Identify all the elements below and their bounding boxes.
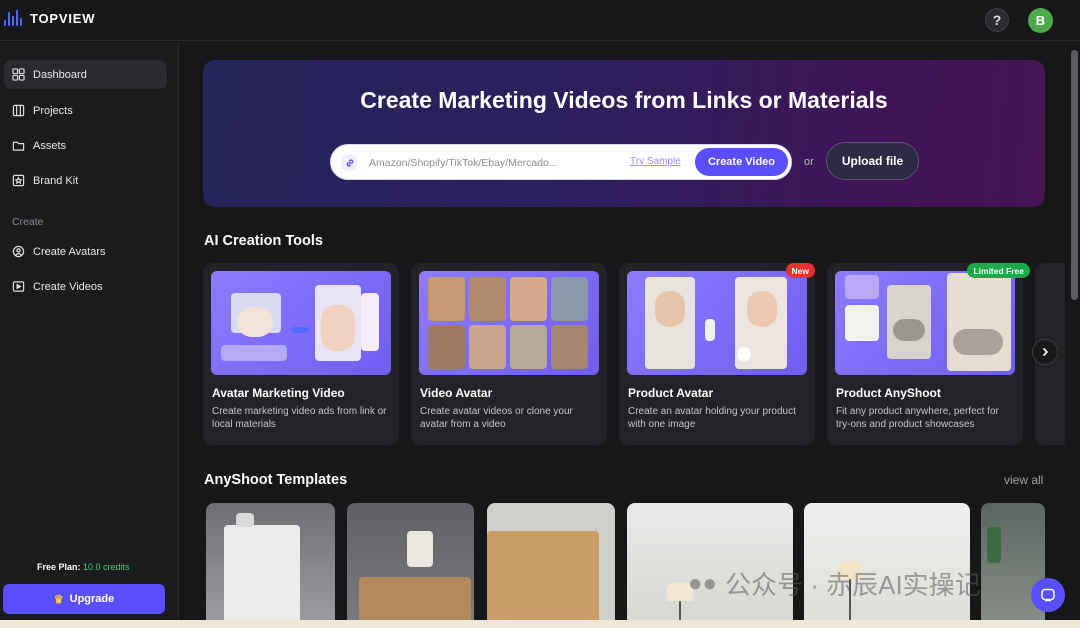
create-video-button[interactable]: Create Video xyxy=(695,148,788,176)
or-separator: or xyxy=(804,156,814,168)
link-icon xyxy=(341,154,358,171)
logo-text: TOPVIEW xyxy=(30,10,96,26)
card-title: Avatar Marketing Video xyxy=(212,386,345,400)
grid-icon xyxy=(12,68,25,81)
projects-icon xyxy=(12,104,25,117)
chat-icon xyxy=(1041,588,1055,602)
product-anyshoot-thumbnail xyxy=(835,271,1015,375)
card-description: Create avatar videos or clone your avata… xyxy=(420,406,573,430)
sidebar-item-assets[interactable]: Assets xyxy=(4,131,167,160)
plan-label: Free Plan: xyxy=(37,562,81,572)
sidebar: Dashboard Projects Assets Brand Kit Crea… xyxy=(0,42,179,628)
hero-title: Create Marketing Videos from Links or Ma… xyxy=(360,87,888,113)
avatar-icon xyxy=(12,245,25,258)
card-title: Product Avatar xyxy=(628,386,714,400)
top-bar: TOPVIEW ? B xyxy=(0,0,1080,41)
sidebar-item-projects[interactable]: Projects xyxy=(4,96,167,125)
folder-icon xyxy=(12,141,25,151)
link-input[interactable] xyxy=(369,154,584,171)
help-button[interactable]: ? xyxy=(985,8,1009,32)
bottom-strip xyxy=(0,620,1080,628)
upgrade-button[interactable]: ♛ Upgrade xyxy=(3,584,165,614)
create-section-label: Create xyxy=(12,216,44,228)
new-badge: New xyxy=(785,263,815,278)
avatar-marketing-thumbnail xyxy=(211,271,391,375)
limited-free-badge: Limited Free xyxy=(967,263,1030,278)
scrollbar[interactable] xyxy=(1071,50,1078,300)
sidebar-item-label: Assets xyxy=(33,139,67,152)
tool-card-product-avatar[interactable]: Product Avatar Create an avatar holding … xyxy=(619,263,815,445)
sidebar-item-label: Create Avatars xyxy=(33,245,106,258)
video-avatar-thumbnail xyxy=(419,271,599,375)
next-arrow-button[interactable] xyxy=(1032,339,1058,365)
chevron-right-icon xyxy=(1042,347,1049,357)
sidebar-item-label: Brand Kit xyxy=(33,174,79,187)
card-description: Fit any product anywhere, perfect for tr… xyxy=(836,406,999,430)
template-thumbnail[interactable] xyxy=(347,503,474,628)
watermark: ●● 公众号 · 赤辰AI实操记 xyxy=(688,565,981,602)
sidebar-item-label: Dashboard xyxy=(33,68,87,81)
template-thumbnail[interactable] xyxy=(487,503,615,628)
hero-banner: Create Marketing Videos from Links or Ma… xyxy=(203,60,1045,207)
sidebar-item-dashboard[interactable]: Dashboard xyxy=(4,60,167,89)
tool-card-avatar-marketing-video[interactable]: Avatar Marketing Video Create marketing … xyxy=(203,263,399,445)
brand-kit-icon xyxy=(12,174,25,187)
link-search-box: Try Sample Create Video xyxy=(330,144,792,180)
logo-mark-icon xyxy=(4,10,22,26)
chat-button[interactable] xyxy=(1031,578,1065,612)
sidebar-item-create-videos[interactable]: Create Videos xyxy=(4,272,167,301)
try-sample-link[interactable]: Try Sample xyxy=(630,156,681,167)
user-avatar[interactable]: B xyxy=(1028,8,1053,33)
video-icon xyxy=(12,281,25,292)
wechat-icon: ●● xyxy=(688,569,717,597)
sidebar-item-label: Projects xyxy=(33,104,73,117)
template-thumbnail[interactable] xyxy=(206,503,335,628)
templates-title: AnyShoot Templates xyxy=(204,472,348,488)
card-title: Video Avatar xyxy=(420,386,493,400)
sidebar-item-brand-kit[interactable]: Brand Kit xyxy=(4,166,167,195)
sidebar-item-label: Create Videos xyxy=(33,280,103,293)
template-thumbnail[interactable] xyxy=(981,503,1045,628)
sidebar-item-create-avatars[interactable]: Create Avatars xyxy=(4,237,167,266)
tool-card-video-avatar[interactable]: Video Avatar Create avatar videos or clo… xyxy=(411,263,607,445)
card-description: Create an avatar holding your product wi… xyxy=(628,406,796,430)
credits-value: 10.0 credits xyxy=(83,562,130,572)
ai-tools-title: AI Creation Tools xyxy=(204,233,323,249)
logo[interactable]: TOPVIEW xyxy=(4,10,95,26)
tool-card-product-anyshoot[interactable]: Product AnyShoot Fit any product anywher… xyxy=(827,263,1030,445)
plan-info: Free Plan: 10.0 credits xyxy=(37,562,130,572)
view-all-link[interactable]: view all xyxy=(1004,473,1043,487)
upgrade-label: Upgrade xyxy=(69,593,115,605)
crown-icon: ♛ xyxy=(53,593,64,606)
product-avatar-thumbnail xyxy=(627,271,807,375)
card-title: Product AnyShoot xyxy=(836,386,941,400)
upload-file-button[interactable]: Upload file xyxy=(826,142,919,180)
watermark-text: 公众号 · 赤辰AI实操记 xyxy=(725,570,981,600)
card-description: Create marketing video ads from link or … xyxy=(212,406,387,430)
